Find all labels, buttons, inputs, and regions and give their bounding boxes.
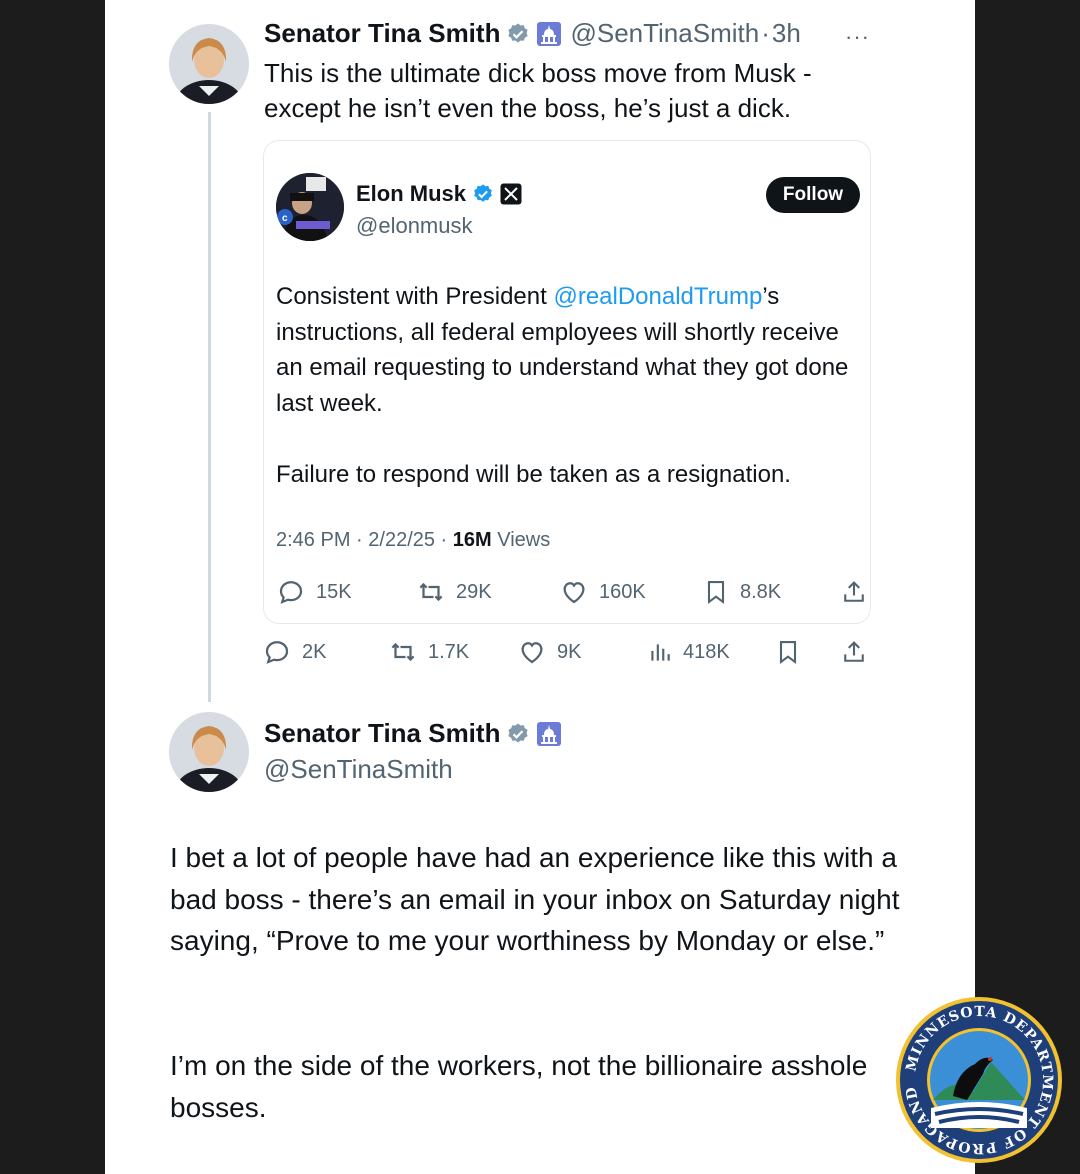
like-count: 9K bbox=[557, 640, 582, 663]
repost-button[interactable]: 29K bbox=[416, 577, 492, 607]
quoted-author-handle[interactable]: @elonmusk bbox=[356, 213, 473, 239]
analytics-icon bbox=[651, 644, 670, 661]
tina-smith-avatar[interactable] bbox=[169, 712, 249, 792]
heart-icon bbox=[521, 642, 543, 664]
x-logo-icon bbox=[500, 183, 522, 205]
author-name[interactable]: Senator Tina Smith bbox=[264, 18, 500, 49]
mention-link[interactable]: @realDonaldTrump bbox=[553, 283, 762, 310]
views-count: 16M bbox=[452, 529, 492, 551]
thread-line bbox=[208, 112, 211, 702]
verified-badge-icon bbox=[506, 22, 530, 46]
share-icon bbox=[844, 581, 864, 602]
quoted-tweet-card[interactable]: c Elon Musk @elonmusk Follow Consistent … bbox=[263, 140, 871, 624]
reply-count: 15K bbox=[316, 580, 352, 603]
share-button[interactable] bbox=[840, 637, 868, 667]
quoted-tweet-text: Consistent with President @realDonaldTru… bbox=[276, 279, 856, 421]
quoted-tweet-meta: 2:46 PM · 2/22/25 · 16M Views bbox=[276, 529, 551, 551]
separator-dot: · bbox=[761, 18, 770, 48]
tweet-time[interactable]: 3h bbox=[772, 18, 801, 49]
quoted-tweet-text-2: Failure to respond will be taken as a re… bbox=[276, 461, 791, 488]
bookmark-button[interactable]: 8.8K bbox=[702, 577, 781, 607]
verified-badge-icon bbox=[472, 183, 494, 205]
reply-tweet-header: Senator Tina Smith bbox=[264, 718, 562, 749]
bookmark-count: 8.8K bbox=[740, 580, 782, 603]
quoted-text-start: Consistent with President bbox=[276, 283, 554, 310]
like-button[interactable]: 160K bbox=[559, 577, 646, 607]
quoted-author-name[interactable]: Elon Musk bbox=[356, 181, 466, 207]
views-label: Views bbox=[497, 529, 551, 551]
reply-tweet-paragraph-1: I bet a lot of people have had an experi… bbox=[170, 842, 900, 956]
bookmark-icon bbox=[779, 641, 797, 665]
reply-button[interactable]: 15K bbox=[276, 577, 352, 607]
views-button[interactable]: 418K bbox=[647, 637, 730, 667]
repost-icon bbox=[391, 642, 415, 662]
government-capitol-icon bbox=[536, 721, 562, 747]
repost-count: 29K bbox=[456, 580, 492, 603]
quoted-tweet-header: Elon Musk bbox=[356, 181, 522, 207]
reply-count: 2K bbox=[302, 640, 327, 663]
author-handle[interactable]: @SenTinaSmith bbox=[264, 754, 453, 785]
repost-icon bbox=[419, 582, 443, 602]
like-button[interactable]: 9K bbox=[517, 637, 581, 667]
main-tweet-text-line-1: This is the ultimate dick boss move from… bbox=[264, 58, 812, 88]
department-seal-logo: MINNESOTA DEPARTMENT OF PROPAGANDA bbox=[895, 996, 1062, 1163]
main-tweet-text-line-2: except he isn’t even the boss, he’s just… bbox=[264, 93, 792, 123]
verified-badge-icon bbox=[506, 722, 530, 746]
heart-icon bbox=[563, 582, 585, 604]
reply-icon bbox=[279, 581, 303, 604]
bookmark-icon bbox=[707, 581, 725, 605]
repost-button[interactable]: 1.7K bbox=[388, 637, 469, 667]
tina-smith-avatar[interactable] bbox=[169, 24, 249, 104]
tweet-date[interactable]: 2/22/25 bbox=[368, 529, 435, 551]
reply-icon bbox=[265, 641, 289, 664]
follow-button[interactable]: Follow bbox=[766, 177, 860, 213]
bookmark-button[interactable] bbox=[774, 637, 802, 667]
more-options-icon[interactable]: ··· bbox=[845, 24, 870, 50]
svg-text:c: c bbox=[282, 213, 288, 224]
reply-button[interactable]: 2K bbox=[262, 637, 326, 667]
author-handle[interactable]: @SenTinaSmith bbox=[570, 18, 759, 49]
like-count: 160K bbox=[599, 580, 646, 603]
share-icon bbox=[844, 641, 864, 662]
share-button[interactable] bbox=[840, 577, 868, 607]
views-count: 418K bbox=[683, 640, 730, 663]
tweet-screenshot: Senator Tina Smith @SenTinaSmith · 3h ··… bbox=[105, 0, 975, 1174]
main-tweet-text: This is the ultimate dick boss move from… bbox=[264, 56, 864, 126]
government-capitol-icon bbox=[536, 21, 562, 47]
main-tweet-header: Senator Tina Smith @SenTinaSmith · 3h bbox=[264, 18, 801, 49]
repost-count: 1.7K bbox=[428, 640, 470, 663]
elon-musk-avatar[interactable]: c bbox=[276, 173, 344, 241]
reply-tweet-paragraph-2: I’m on the side of the workers, not the … bbox=[170, 1050, 868, 1123]
author-name[interactable]: Senator Tina Smith bbox=[264, 718, 500, 749]
tweet-time[interactable]: 2:46 PM bbox=[276, 529, 350, 551]
